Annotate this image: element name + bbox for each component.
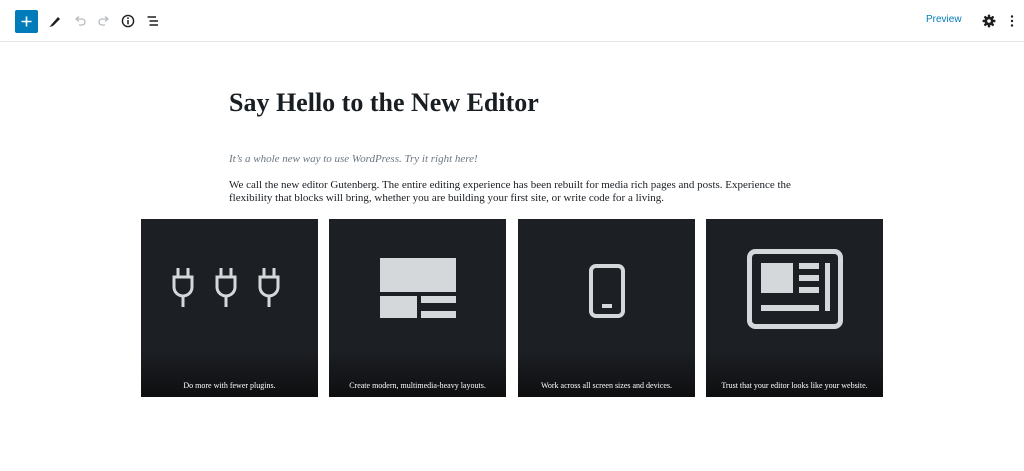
settings-button[interactable]: [977, 9, 1001, 33]
editor-toolbar: Preview: [0, 0, 1024, 42]
caption-shade: [329, 351, 506, 397]
gallery-caption: Create modern, multimedia-heavy layouts.: [349, 381, 486, 390]
gallery-item[interactable]: Trust that your editor looks like your w…: [706, 219, 883, 397]
redo-icon: [98, 16, 110, 26]
redo-button[interactable]: [92, 9, 116, 33]
intro-paragraph[interactable]: It’s a whole new way to use WordPress. T…: [229, 153, 478, 165]
details-button[interactable]: [116, 9, 140, 33]
gallery-caption: Work across all screen sizes and devices…: [540, 381, 673, 390]
newspaper-icon: [747, 249, 843, 329]
gallery-caption: Trust that your editor looks like your w…: [721, 381, 868, 390]
list-view-button[interactable]: [141, 9, 165, 33]
list-view-icon: [147, 16, 158, 26]
plus-icon: [21, 16, 32, 27]
undo-icon: [74, 16, 86, 26]
more-options-button[interactable]: [1002, 9, 1022, 33]
gallery-caption: Do more with fewer plugins.: [183, 381, 276, 390]
add-block-button[interactable]: [15, 10, 38, 33]
tools-button[interactable]: [43, 9, 67, 33]
post-title[interactable]: Say Hello to the New Editor: [229, 88, 539, 118]
caption-shade: [141, 351, 318, 397]
caption-shade: [518, 351, 695, 397]
mobile-icon: [589, 264, 625, 318]
body-paragraph[interactable]: We call the new editor Gutenberg. The en…: [229, 179, 799, 205]
gallery-block[interactable]: Do more with fewer plugins. Create moder…: [141, 219, 883, 397]
layout-icon: [380, 258, 456, 318]
gear-icon: [982, 14, 996, 28]
undo-button[interactable]: [68, 9, 92, 33]
info-icon: [121, 14, 135, 28]
gallery-item[interactable]: Do more with fewer plugins.: [141, 219, 318, 397]
gallery-item[interactable]: Work across all screen sizes and devices…: [518, 219, 695, 397]
pencil-icon: [49, 17, 60, 27]
plugs-icon: [172, 268, 280, 307]
gallery-item[interactable]: Create modern, multimedia-heavy layouts.: [329, 219, 506, 397]
more-vertical-icon: [1010, 15, 1014, 27]
caption-shade: [706, 351, 883, 397]
preview-button[interactable]: Preview: [926, 14, 962, 25]
editor-canvas: Say Hello to the New Editor It’s a whole…: [0, 42, 1024, 471]
